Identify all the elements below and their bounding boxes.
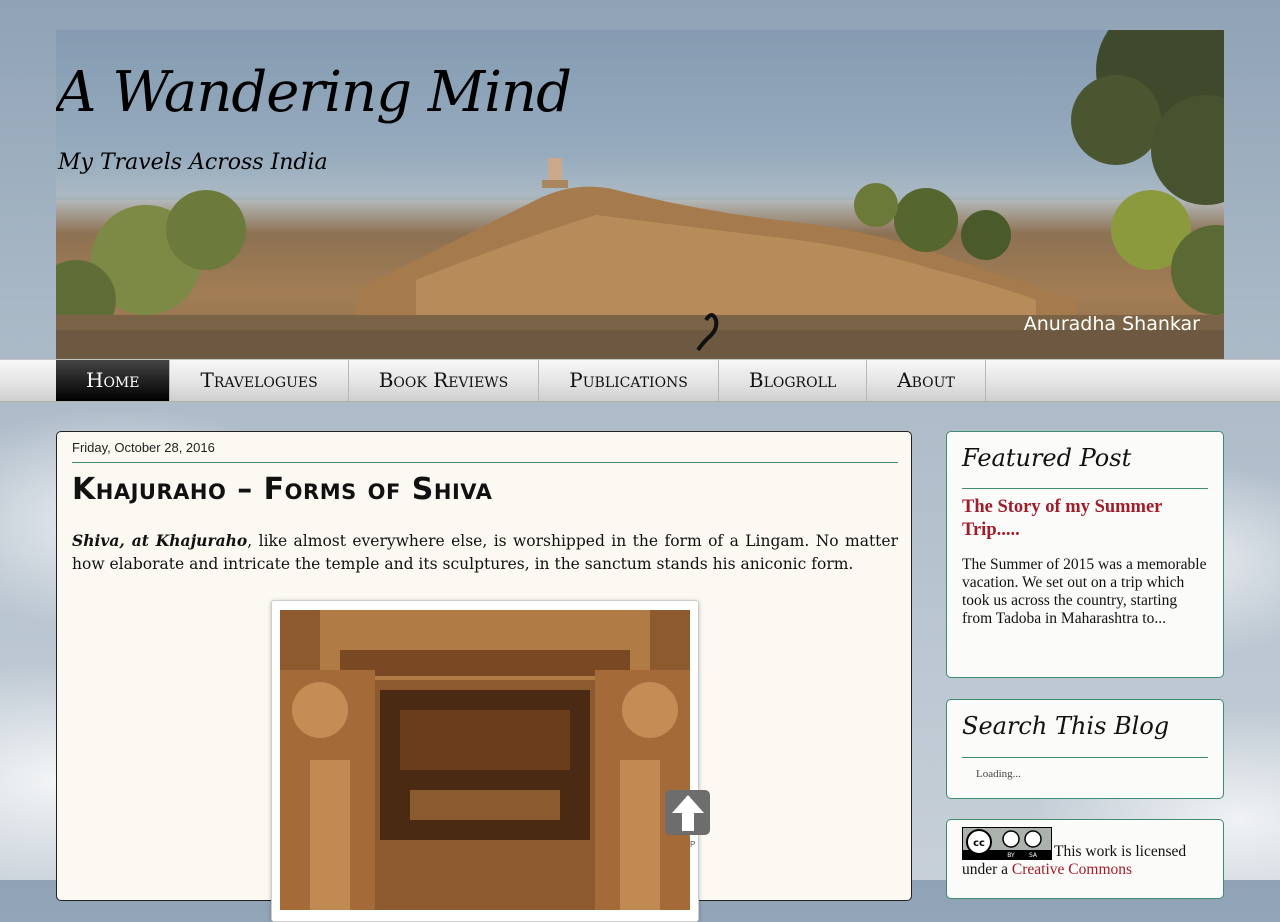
featured-post-widget: Featured Post The Story of my Summer Tri… bbox=[946, 431, 1224, 678]
blog-header: A Wandering Mind My Travels Across India… bbox=[56, 30, 1224, 359]
temple-carving-image bbox=[280, 610, 690, 910]
search-heading: Search This Blog bbox=[962, 712, 1170, 740]
featured-post-heading: Featured Post bbox=[962, 444, 1132, 472]
nav-item-travelogues[interactable]: Travelogues bbox=[170, 360, 349, 401]
featured-post-link[interactable]: The Story of my Summer Trip..... bbox=[962, 496, 1202, 542]
search-widget: Search This Blog Loading... bbox=[946, 699, 1224, 799]
nav-item-book-reviews[interactable]: Book Reviews bbox=[349, 360, 540, 401]
license-widget: cc BY SA This work is licensed under a C… bbox=[946, 819, 1224, 899]
search-divider bbox=[962, 757, 1208, 758]
photo-watermark: Anuradha Shankar bbox=[1023, 313, 1200, 335]
license-text: This work is licensed under a Creative C… bbox=[962, 843, 1212, 879]
post-intro-bold: Shiva, at Khajuraho bbox=[72, 531, 248, 550]
back-to-top-button[interactable] bbox=[665, 790, 710, 835]
back-to-top-label: P bbox=[690, 840, 696, 849]
search-loading-text: Loading... bbox=[976, 768, 1021, 780]
post-date: Friday, October 28, 2016 bbox=[72, 440, 215, 455]
post-image[interactable] bbox=[280, 610, 690, 910]
blog-description: My Travels Across India bbox=[58, 150, 328, 175]
post-body: Shiva, at Khajuraho, like almost everywh… bbox=[72, 529, 898, 576]
nav-item-home[interactable]: Home bbox=[56, 360, 171, 401]
nav-item-blogroll[interactable]: Blogroll bbox=[719, 360, 868, 401]
featured-post-snippet: The Summer of 2015 was a memorable vacat… bbox=[962, 556, 1207, 627]
creative-commons-link[interactable]: Creative Commons bbox=[1012, 861, 1132, 878]
date-divider bbox=[72, 462, 898, 463]
blog-post: Friday, October 28, 2016 Khajuraho – For… bbox=[56, 431, 912, 922]
nav-item-publications[interactable]: Publications bbox=[539, 360, 719, 401]
top-nav-bar: Home Travelogues Book Reviews Publicatio… bbox=[0, 359, 1280, 402]
featured-divider bbox=[962, 488, 1208, 489]
nav-list: Home Travelogues Book Reviews Publicatio… bbox=[56, 360, 986, 401]
blog-title[interactable]: A Wandering Mind bbox=[56, 60, 572, 125]
back-to-top-arrow-icon bbox=[671, 794, 704, 831]
post-image-frame bbox=[271, 600, 699, 922]
nav-item-about[interactable]: About bbox=[867, 360, 986, 401]
post-title[interactable]: Khajuraho – Forms of Shiva bbox=[72, 472, 492, 507]
